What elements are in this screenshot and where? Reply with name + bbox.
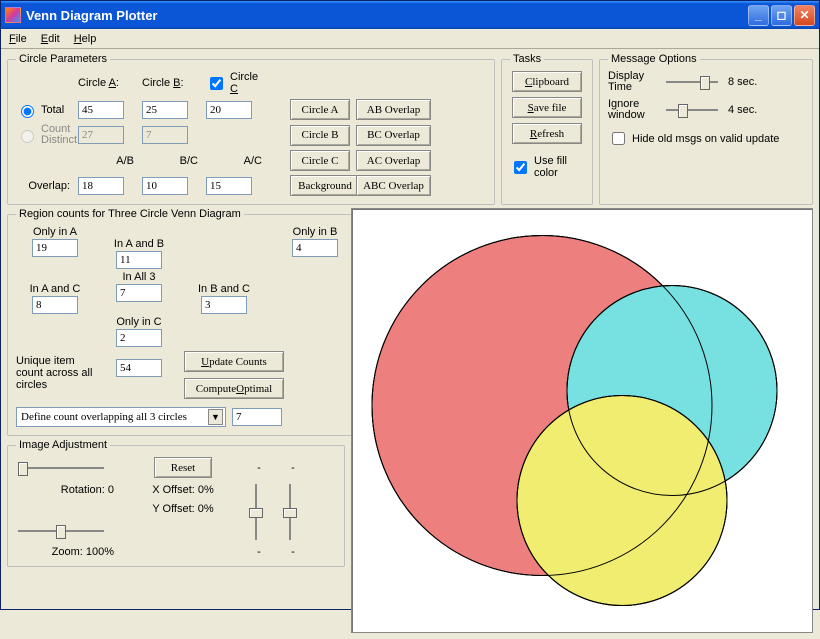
chevron-down-icon: ▼	[208, 409, 223, 425]
btn-circle-c[interactable]: Circle C	[290, 150, 350, 171]
maximize-button[interactable]: ◻	[771, 5, 792, 26]
input-in-bc[interactable]	[201, 296, 247, 314]
label-circle-b: Circle B:	[142, 77, 200, 89]
image-adjustment-group: Image Adjustment Reset - - Rotation: 0 X…	[7, 439, 345, 567]
label-overlap: Overlap:	[16, 180, 72, 192]
menu-edit[interactable]: Edit	[41, 33, 60, 45]
btn-background[interactable]: Background	[290, 175, 360, 196]
input-total-b[interactable]	[142, 101, 188, 119]
checkbox-hide-old-msgs[interactable]: Hide old msgs on valid update	[608, 129, 804, 148]
dash-2: -	[280, 462, 306, 474]
combo-overlap-mode[interactable]: Define count overlapping all 3 circles ▼	[16, 407, 226, 427]
tasks-group: Tasks Clipboard Save file Refresh Use fi…	[501, 53, 593, 205]
circle-parameters-group: Circle Parameters Circle A: Circle B: Ci…	[7, 53, 495, 205]
tasks-legend: Tasks	[510, 53, 544, 65]
app-icon	[5, 7, 21, 23]
cell-in-ac: In A and C	[16, 283, 94, 314]
label-zoom: Zoom: 100%	[16, 546, 120, 558]
btn-ab-overlap[interactable]: AB Overlap	[356, 99, 431, 120]
cell-in-all3: In All 3	[100, 271, 178, 302]
menu-help[interactable]: Help	[74, 33, 97, 45]
label-rotation: Rotation: 0	[16, 484, 120, 496]
close-button[interactable]: ✕	[794, 5, 815, 26]
cell-only-c: Only in C	[100, 316, 178, 347]
circle-parameters-legend: Circle Parameters	[16, 53, 110, 65]
dash-4: -	[280, 546, 306, 558]
btn-reset[interactable]: Reset	[154, 457, 212, 478]
slider-zoom[interactable]	[16, 522, 106, 540]
menu-bar: File Edit Help	[1, 29, 819, 49]
btn-bc-overlap[interactable]: BC Overlap	[356, 125, 431, 146]
label-circle-a: Circle A:	[78, 77, 136, 89]
input-in-all3[interactable]	[116, 284, 162, 302]
window-title: Venn Diagram Plotter	[26, 8, 157, 23]
cell-in-bc: In B and C	[184, 283, 264, 314]
input-only-a[interactable]	[32, 239, 78, 257]
venn-svg	[352, 209, 812, 632]
label-ac: A/C	[206, 155, 264, 167]
checkbox-circle-c[interactable]: Circle C	[206, 71, 264, 95]
btn-save-file[interactable]: Save file	[512, 97, 582, 118]
title-bar: Venn Diagram Plotter _ ◻ ✕	[1, 1, 819, 29]
region-counts-group: Region counts for Three Circle Venn Diag…	[7, 208, 369, 436]
label-bc: B/C	[142, 155, 200, 167]
label-display-time: DisplayTime	[608, 71, 660, 93]
message-options-group: Message Options DisplayTime 8 sec. Ignor…	[599, 53, 813, 205]
cell-only-b: Only in B	[270, 226, 360, 257]
radio-total[interactable]: Total	[16, 102, 72, 118]
menu-file[interactable]: File	[9, 33, 27, 45]
btn-refresh[interactable]: Refresh	[512, 123, 582, 144]
slider-yoffset[interactable]	[280, 482, 300, 542]
value-display-time: 8 sec.	[728, 76, 766, 88]
btn-compute-optimal[interactable]: Compute Optimal	[184, 378, 284, 399]
btn-circle-a[interactable]: Circle A	[290, 99, 350, 120]
cell-only-a: Only in A	[16, 226, 94, 257]
slider-display-time[interactable]	[664, 73, 720, 91]
input-unique-count[interactable]	[116, 359, 162, 377]
minimize-button[interactable]: _	[748, 5, 769, 26]
input-only-b[interactable]	[292, 239, 338, 257]
slider-xoffset[interactable]	[246, 482, 266, 542]
dash-1: -	[246, 462, 272, 474]
btn-update-counts[interactable]: Update Counts	[184, 351, 284, 372]
image-adjustment-legend: Image Adjustment	[16, 439, 110, 451]
checkbox-use-fill-color[interactable]: Use fill color	[510, 155, 584, 179]
input-overlap-ac[interactable]	[206, 177, 252, 195]
venn-preview	[351, 208, 813, 633]
cell-in-ab: In A and B	[100, 238, 178, 269]
input-distinct-a	[78, 126, 124, 144]
input-total-c[interactable]	[206, 101, 252, 119]
label-xoffset: X Offset: 0%	[128, 484, 238, 496]
slider-rotation[interactable]	[16, 459, 106, 477]
region-counts-legend: Region counts for Three Circle Venn Diag…	[16, 208, 244, 220]
btn-circle-b[interactable]: Circle B	[290, 125, 350, 146]
input-combo-value[interactable]	[232, 408, 282, 426]
input-overlap-ab[interactable]	[78, 177, 124, 195]
input-only-c[interactable]	[116, 329, 162, 347]
label-ignore-window: Ignorewindow	[608, 99, 660, 121]
radio-count-distinct: CountDistinct	[16, 124, 72, 146]
label-yoffset: Y Offset: 0%	[128, 503, 238, 515]
btn-abc-overlap[interactable]: ABC Overlap	[356, 175, 431, 196]
input-in-ac[interactable]	[32, 296, 78, 314]
value-ignore-window: 4 sec.	[728, 104, 766, 116]
input-overlap-bc[interactable]	[142, 177, 188, 195]
message-options-legend: Message Options	[608, 53, 700, 65]
input-total-a[interactable]	[78, 101, 124, 119]
btn-clipboard[interactable]: Clipboard	[512, 71, 582, 92]
slider-ignore-window[interactable]	[664, 101, 720, 119]
input-in-ab[interactable]	[116, 251, 162, 269]
label-ab: A/B	[78, 155, 136, 167]
label-unique-count: Unique item count across all circles	[16, 355, 94, 391]
input-distinct-b	[142, 126, 188, 144]
btn-ac-overlap[interactable]: AC Overlap	[356, 150, 431, 171]
dash-3: -	[246, 546, 272, 558]
